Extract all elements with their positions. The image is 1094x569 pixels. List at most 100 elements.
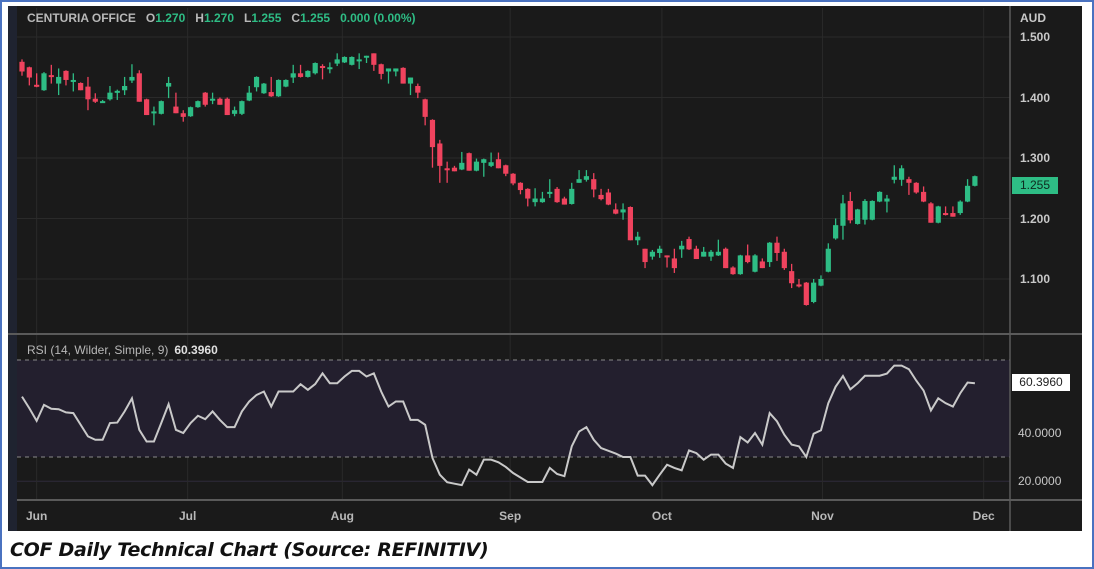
candle-body <box>723 248 729 269</box>
candle-body <box>180 113 186 117</box>
candle-body <box>503 165 509 174</box>
candle <box>429 119 436 168</box>
candle <box>920 186 927 203</box>
candle-body <box>847 200 853 221</box>
candle-body <box>297 73 304 77</box>
candle-body <box>759 261 765 269</box>
month-label-oct: Oct <box>651 509 672 523</box>
candle-body <box>129 76 135 81</box>
candle-body <box>495 159 502 169</box>
current-price-badge: 1.255 <box>1012 177 1058 194</box>
candle <box>495 152 502 169</box>
candle <box>246 86 252 102</box>
candle-body <box>657 248 663 253</box>
candle <box>341 56 348 64</box>
candle <box>415 83 421 99</box>
candle-body <box>239 101 245 114</box>
candle <box>451 165 458 172</box>
candle-body <box>825 248 831 272</box>
candle <box>437 139 443 183</box>
candle-body <box>122 86 128 91</box>
candle <box>664 255 670 268</box>
candle <box>107 86 113 101</box>
price-tick: 1.100 <box>1020 272 1051 286</box>
candle-body <box>429 119 436 148</box>
open-label: O <box>145 11 156 25</box>
candle-body <box>869 200 875 220</box>
candle <box>855 208 861 225</box>
candle <box>327 62 333 74</box>
candle <box>166 76 172 99</box>
candle <box>884 194 890 213</box>
high-label: H <box>195 11 204 25</box>
candle-body <box>525 188 531 199</box>
candle-body <box>906 179 912 183</box>
candle <box>613 203 619 215</box>
price-tick: 1.500 <box>1020 30 1051 44</box>
candle <box>877 191 883 203</box>
candle <box>569 182 575 205</box>
candle <box>202 92 208 107</box>
candle-body <box>774 242 780 253</box>
candle-body <box>100 101 106 104</box>
candle <box>393 68 399 77</box>
candle <box>173 92 179 114</box>
candle <box>217 97 223 105</box>
candle <box>620 203 626 220</box>
candle <box>752 254 758 273</box>
candle-body <box>34 84 40 87</box>
candle <box>48 64 54 84</box>
candle-body <box>312 63 318 74</box>
open-value: 1.270 <box>155 11 186 25</box>
candle-body <box>605 192 611 205</box>
candle <box>964 179 971 203</box>
candle-body <box>862 200 868 220</box>
candle-body <box>642 248 648 263</box>
month-label-aug: Aug <box>330 509 354 523</box>
candle <box>473 158 480 172</box>
rsi-tick: 40.0000 <box>1018 426 1062 440</box>
candle-body <box>803 282 809 306</box>
candle <box>833 218 839 240</box>
candle-body <box>334 59 340 64</box>
candle-body <box>363 55 370 58</box>
month-label-dec: Dec <box>972 509 995 523</box>
candle-body <box>796 284 802 287</box>
candle-body <box>290 73 296 78</box>
candle <box>693 245 699 260</box>
candle <box>180 110 186 122</box>
candle-body <box>811 282 817 302</box>
candle-body <box>158 101 164 114</box>
candle-body <box>693 248 699 260</box>
candle-body <box>664 255 670 258</box>
candle-body <box>246 92 252 101</box>
candle <box>781 248 787 270</box>
candle <box>627 206 633 241</box>
candle-body <box>202 92 208 105</box>
candle-body <box>613 209 619 214</box>
close-label: C <box>291 11 301 25</box>
candle <box>510 173 516 186</box>
candle <box>34 73 40 88</box>
candle-body <box>224 98 230 116</box>
candle <box>598 188 604 201</box>
candle <box>591 173 597 198</box>
candle <box>319 64 326 80</box>
candle-body <box>598 194 604 200</box>
candle-body <box>407 77 414 84</box>
candle-body <box>884 198 890 202</box>
candle <box>385 68 392 84</box>
candle-body <box>415 86 421 93</box>
candle-body <box>928 203 934 223</box>
candle-body <box>231 110 238 114</box>
candle <box>517 182 524 195</box>
candle-body <box>378 64 384 74</box>
month-label-jul: Jul <box>178 509 197 523</box>
candle <box>730 266 736 275</box>
candle-body <box>26 67 32 78</box>
candle <box>547 179 553 198</box>
candle-body <box>627 207 633 241</box>
candlestick-chart[interactable] <box>0 0 1094 569</box>
candle <box>642 248 648 269</box>
low-value: 1.255 <box>251 11 282 25</box>
